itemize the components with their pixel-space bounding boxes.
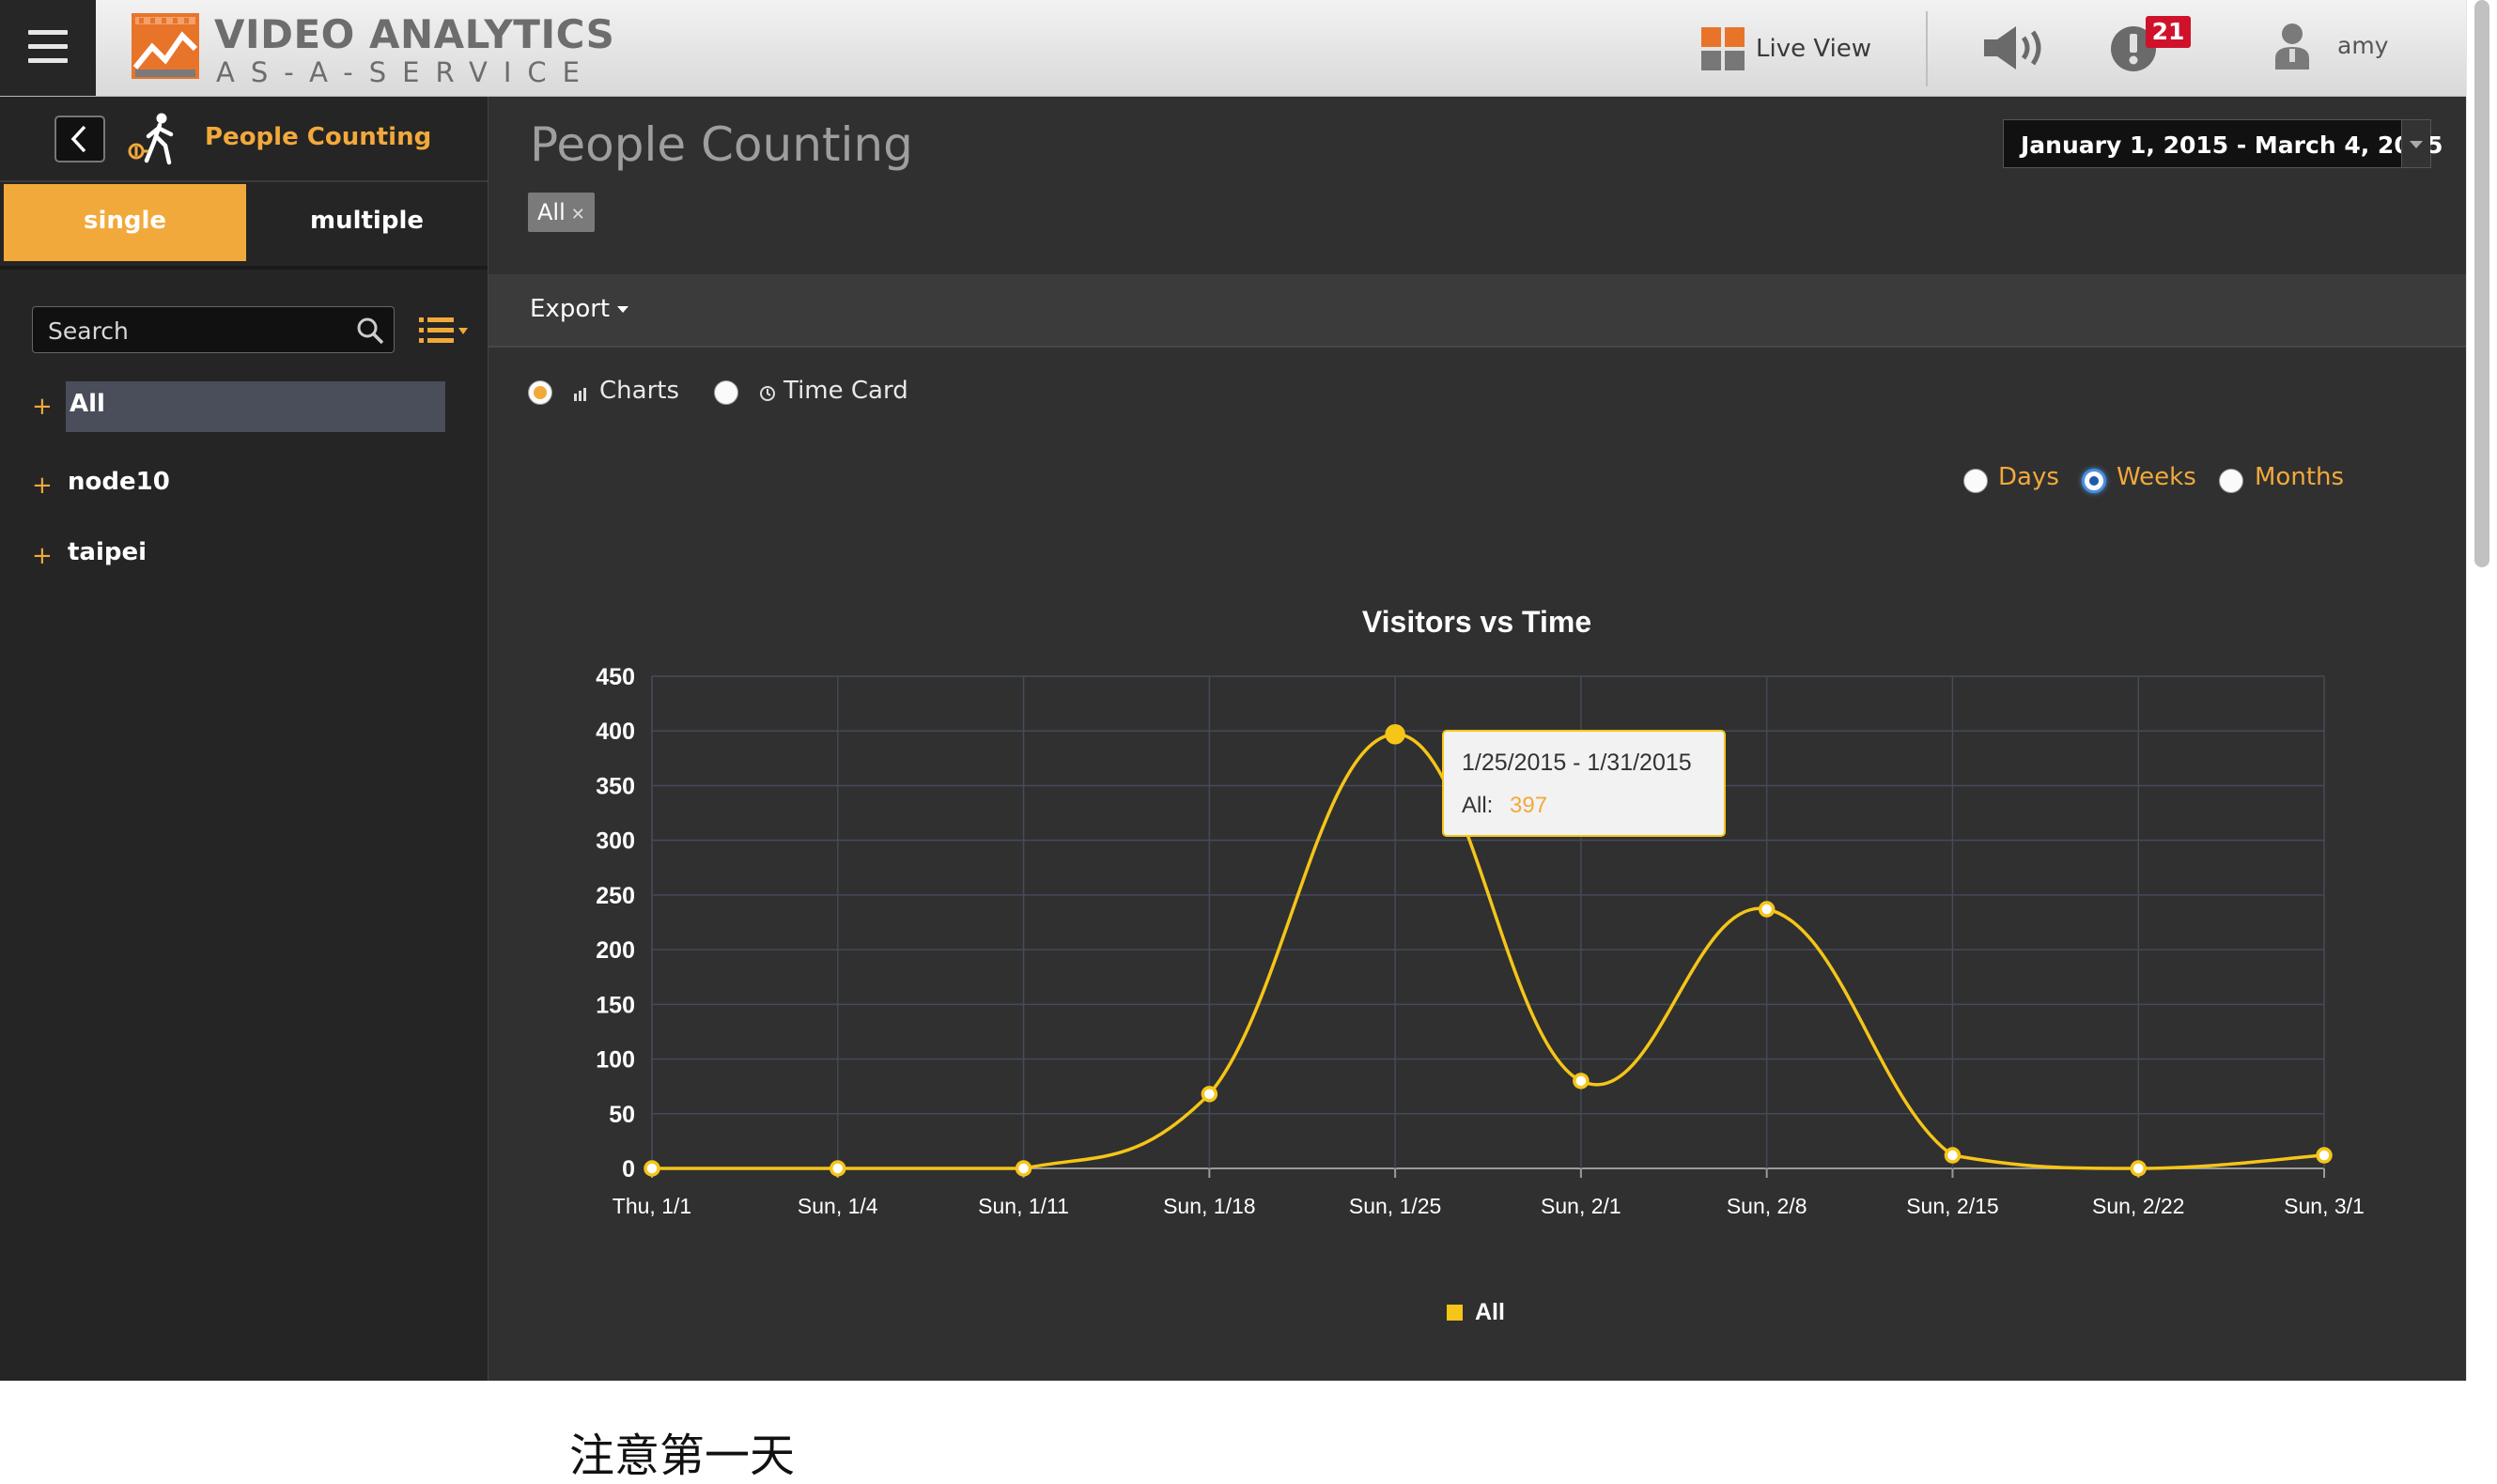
tab-single[interactable]: single <box>4 184 246 261</box>
data-point <box>644 1160 660 1177</box>
expand-plus-icon[interactable]: + <box>32 471 53 500</box>
back-button[interactable] <box>54 116 105 162</box>
alert-count-badge: 21 <box>2146 16 2191 48</box>
y-tick-label: 100 <box>596 1047 635 1074</box>
y-tick-label: 450 <box>596 664 635 690</box>
y-tick-label: 300 <box>596 828 635 855</box>
people-counting-icon <box>128 113 174 165</box>
tree-item-label: taipei <box>68 538 147 566</box>
tooltip-box <box>1442 730 1726 837</box>
user-name[interactable]: amy <box>2337 32 2388 59</box>
data-point <box>1201 1086 1218 1103</box>
x-tick-label: Sun, 3/1 <box>2284 1194 2365 1218</box>
legend-swatch <box>1447 1305 1463 1321</box>
y-tick-label: 200 <box>596 937 635 964</box>
tree-item-label: All <box>66 381 445 432</box>
sidebar-header: People Counting <box>0 97 488 182</box>
user-avatar-icon[interactable] <box>2273 23 2311 71</box>
caption-text: 注意第一天 <box>569 1430 796 1482</box>
sidebar-title: People Counting <box>205 123 432 151</box>
live-view-label: Live View <box>1756 35 1872 63</box>
data-point <box>1573 1073 1590 1090</box>
x-tick-label: Sun, 1/18 <box>1163 1194 1255 1218</box>
data-point <box>1944 1147 1962 1164</box>
x-tick-label: Sun, 2/22 <box>2092 1194 2184 1218</box>
tooltip-value: 397 <box>1510 793 1547 818</box>
chevron-left-icon <box>70 125 86 153</box>
sidebar: People Counting single multiple + All + … <box>0 97 489 1381</box>
brand-subtitle: AS-A-SERVICE <box>216 56 596 88</box>
hamburger-menu-icon[interactable] <box>0 0 96 96</box>
grid-icon <box>1701 27 1745 70</box>
search-icon[interactable] <box>356 317 384 345</box>
data-point <box>2130 1160 2147 1177</box>
logo-chart-icon <box>132 13 199 79</box>
y-tick-label: 400 <box>596 719 635 745</box>
speaker-icon[interactable] <box>1980 24 2050 71</box>
x-tick-label: Sun, 2/1 <box>1541 1194 1621 1218</box>
chart-tooltip: 1/25/2015 - 1/31/2015 All: 397 <box>1442 730 1726 837</box>
list-menu-icon[interactable] <box>417 315 470 347</box>
chart-title: Visitors vs Time <box>1362 605 1591 639</box>
expand-plus-icon[interactable]: + <box>32 393 53 421</box>
tooltip-series: All: <box>1462 793 1493 818</box>
visitors-line-chart: Visitors vs Time 0 50 100 150 200 250 300 350 40… <box>596 605 2365 1325</box>
scrollbar-thumb[interactable] <box>2474 0 2489 567</box>
legend-label[interactable]: All <box>1475 1299 1505 1325</box>
tooltip-range: 1/25/2015 - 1/31/2015 <box>1462 750 1692 776</box>
live-view-button[interactable]: Live View <box>1701 26 1871 71</box>
tree-item-node10[interactable]: + node10 <box>28 460 445 507</box>
header-divider <box>1926 11 1928 86</box>
data-point <box>1758 901 1776 918</box>
y-tick-label: 250 <box>596 883 635 909</box>
tree-item-all[interactable]: + All <box>28 381 445 432</box>
tab-multiple[interactable]: multiple <box>246 184 488 261</box>
main-panel: People Counting All ✕ January 1, 2015 - M… <box>489 97 2466 1381</box>
x-tick-label: Sun, 1/11 <box>978 1194 1069 1218</box>
page-scrollbar[interactable] <box>2466 0 2497 1381</box>
y-tick-label: 150 <box>596 992 635 1018</box>
search-box <box>32 306 395 353</box>
x-tick-label: Sun, 1/25 <box>1349 1194 1441 1218</box>
x-tick-label: Sun, 1/4 <box>798 1194 878 1218</box>
y-tick-label: 0 <box>622 1156 635 1183</box>
expand-plus-icon[interactable]: + <box>32 542 53 570</box>
y-tick-label: 350 <box>596 773 635 799</box>
data-point <box>1015 1160 1032 1177</box>
x-tick-label: Sun, 2/8 <box>1727 1194 1807 1218</box>
data-point <box>2316 1147 2333 1164</box>
tree-item-label: node10 <box>68 468 170 496</box>
x-tick-label: Sun, 2/15 <box>1906 1194 1998 1218</box>
search-input[interactable] <box>46 315 341 347</box>
y-tick-label: 50 <box>609 1102 635 1128</box>
data-point <box>830 1160 846 1177</box>
x-tick-label: Thu, 1/1 <box>613 1194 691 1218</box>
top-header: VIDEO ANALYTICS AS-A-SERVICE Live View 2… <box>0 0 2466 97</box>
brand-title: VIDEO ANALYTICS <box>214 11 615 57</box>
tree-item-taipei[interactable]: + taipei <box>28 531 445 578</box>
brand-logo: VIDEO ANALYTICS AS-A-SERVICE <box>132 11 614 88</box>
tab-divider <box>0 266 488 270</box>
data-point <box>1385 723 1405 745</box>
